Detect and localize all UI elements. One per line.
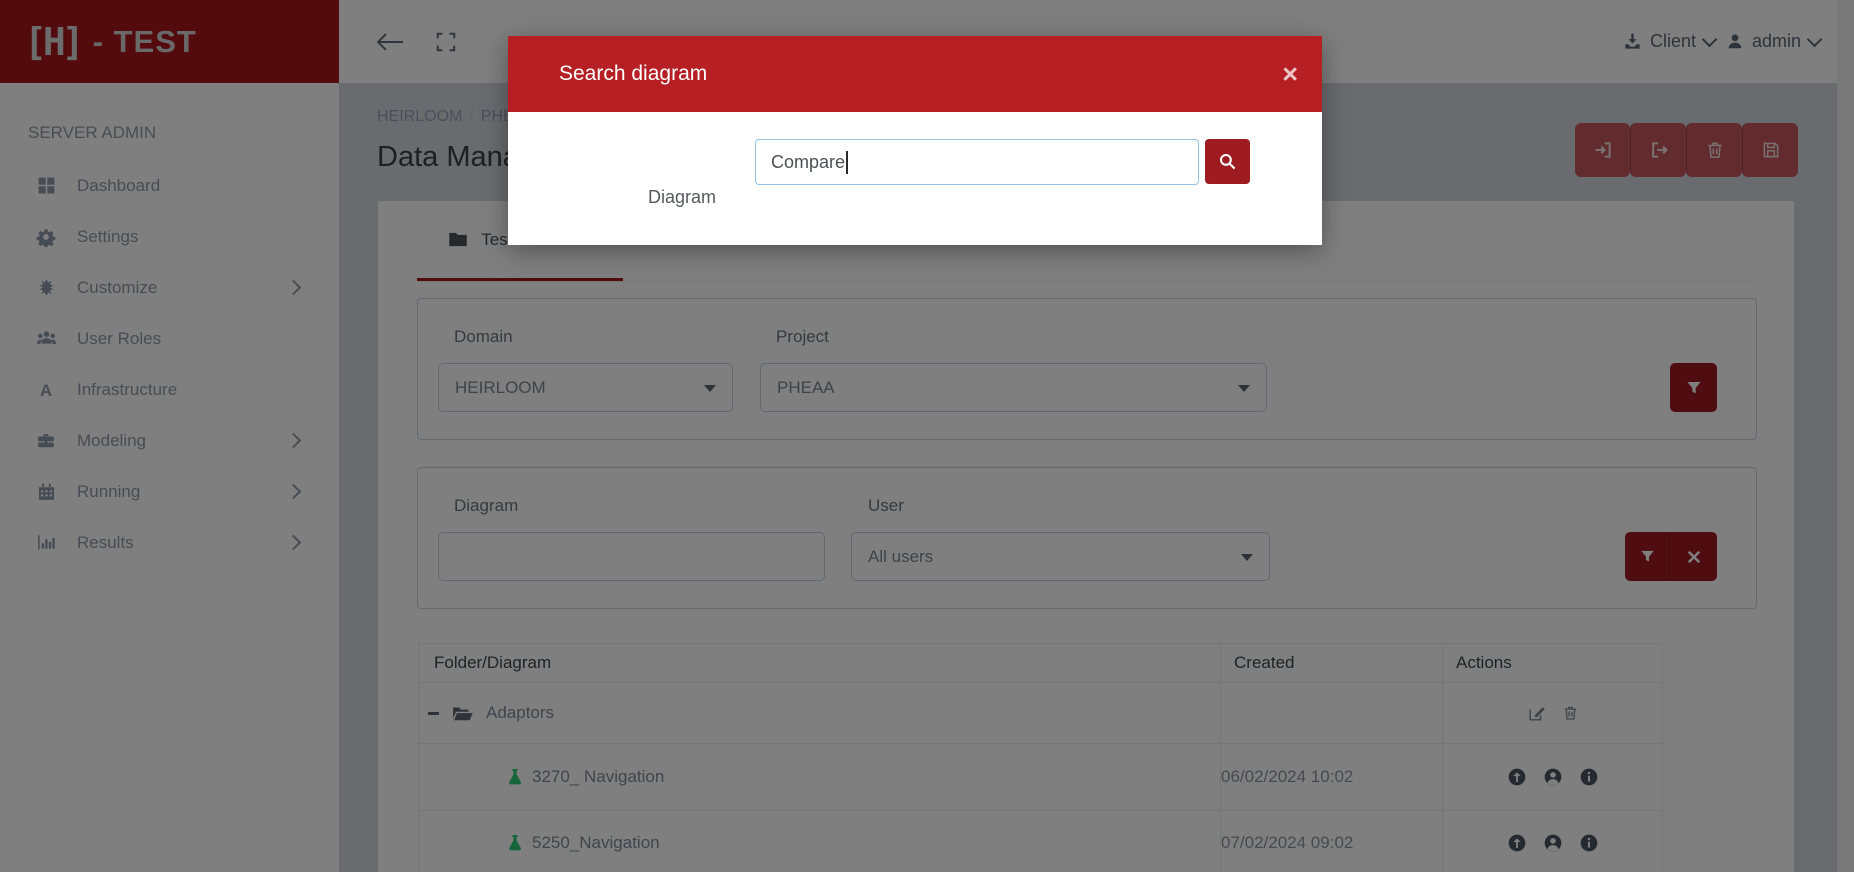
modal-diagram-label: Diagram xyxy=(648,187,716,208)
modal-search-button[interactable] xyxy=(1205,139,1250,184)
modal-title: Search diagram xyxy=(559,62,707,86)
close-icon[interactable]: × xyxy=(1282,61,1298,88)
search-diagram-modal: Search diagram × Diagram Compare xyxy=(508,36,1322,245)
app-window: [H] - TEST SERVER ADMIN Dashboard Settin… xyxy=(0,0,1854,872)
modal-header: Search diagram × xyxy=(508,36,1322,112)
modal-diagram-input[interactable]: Compare xyxy=(755,139,1199,185)
search-icon xyxy=(1218,152,1237,171)
text-cursor xyxy=(846,151,848,174)
modal-diagram-input-value: Compare xyxy=(771,152,845,173)
